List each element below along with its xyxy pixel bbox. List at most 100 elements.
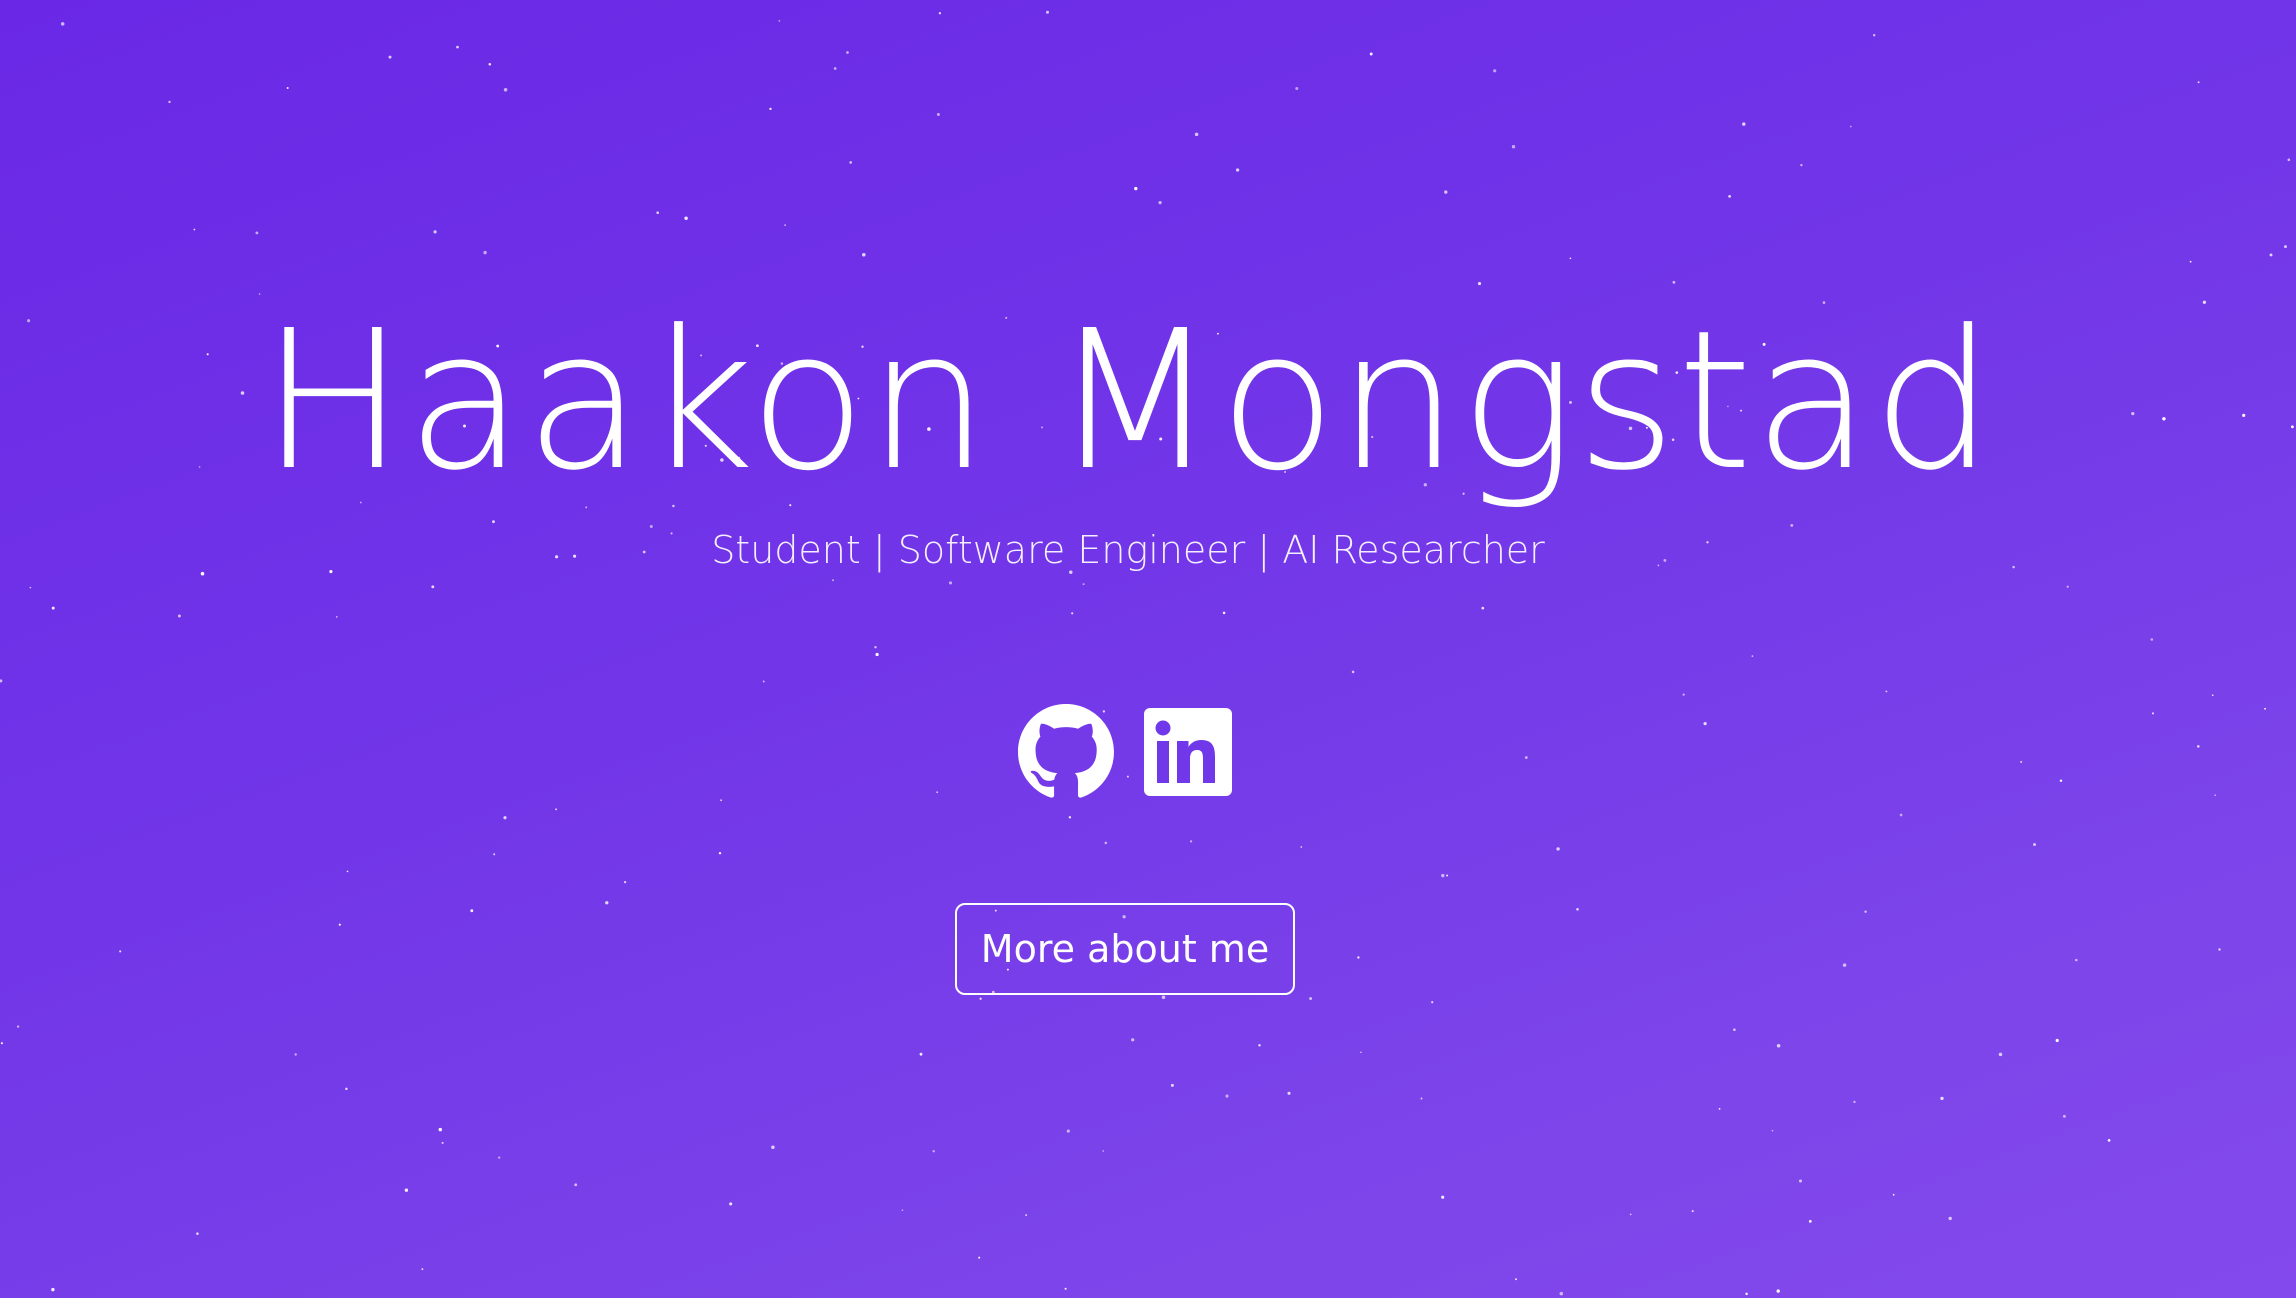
star [1222, 611, 1226, 615]
star [433, 230, 437, 234]
star [294, 1053, 297, 1056]
star [1446, 874, 1449, 877]
star [1718, 1108, 1721, 1110]
star [1477, 282, 1482, 286]
star [833, 67, 837, 70]
star [1189, 840, 1193, 843]
star [346, 870, 349, 873]
star [1235, 168, 1240, 172]
star [979, 997, 982, 1000]
star [1351, 670, 1355, 674]
linkedin-link[interactable] [1144, 708, 1232, 796]
star [2197, 81, 2200, 84]
star [438, 1127, 443, 1132]
star [948, 581, 953, 585]
star [0, 679, 3, 683]
star [778, 20, 781, 22]
star [1742, 122, 1746, 126]
star [255, 231, 259, 235]
star [936, 791, 939, 794]
star [1158, 201, 1162, 205]
star [503, 816, 507, 820]
star [718, 851, 722, 855]
star [846, 51, 849, 54]
star [1569, 257, 1572, 260]
star [1899, 813, 1903, 817]
star [1524, 756, 1528, 759]
star [16, 1025, 20, 1028]
star [1556, 847, 1560, 851]
star [2284, 245, 2287, 249]
star [1948, 1216, 1952, 1221]
star [1441, 1195, 1445, 1199]
star [1064, 1287, 1067, 1290]
star [2020, 760, 2023, 763]
star [470, 909, 474, 913]
star [605, 901, 609, 905]
star [2269, 253, 2273, 257]
star [1300, 846, 1303, 848]
star [177, 614, 181, 618]
star [1771, 1129, 1774, 1132]
star [60, 22, 65, 26]
star [1360, 1051, 1362, 1054]
star [1672, 280, 1676, 284]
star [1493, 69, 1497, 73]
star [771, 1145, 775, 1149]
star [1170, 1083, 1174, 1087]
star [1873, 34, 1876, 37]
star [1369, 52, 1373, 56]
star [1161, 995, 1166, 1000]
star [2264, 707, 2266, 710]
star [1420, 1097, 1423, 1100]
star [2150, 638, 2154, 641]
star [51, 606, 55, 610]
star [2218, 948, 2221, 951]
star [1576, 908, 1579, 911]
linkedin-icon [1144, 708, 1232, 796]
star [335, 616, 338, 618]
star [2287, 158, 2291, 162]
star [193, 228, 196, 231]
star [2075, 958, 2078, 962]
star [1682, 693, 1685, 696]
star [1892, 1193, 1895, 1196]
star [1776, 1289, 1780, 1293]
star-field [0, 10, 2294, 1296]
star [1559, 1291, 1564, 1296]
star [404, 1188, 409, 1192]
star [623, 880, 627, 884]
star [2290, 425, 2294, 429]
star [1287, 1091, 1291, 1095]
star [762, 680, 765, 683]
star [574, 1183, 578, 1187]
more-about-me-button[interactable]: More about me [955, 903, 1295, 995]
star [498, 1156, 501, 1159]
star [2033, 843, 2036, 846]
hero-section: Haakon Mongstad Student | Software Engin… [0, 0, 2296, 1298]
star [919, 1052, 923, 1056]
star [862, 253, 866, 257]
star [1776, 1044, 1781, 1048]
star [1025, 1214, 1028, 1217]
star [1691, 1210, 1694, 1213]
star [431, 585, 435, 589]
star [2062, 1114, 2066, 1118]
star [2211, 694, 2214, 697]
star [1745, 1292, 1748, 1296]
star [1295, 86, 1299, 91]
star [938, 12, 942, 15]
star [1511, 145, 1516, 149]
star [488, 62, 492, 66]
star [875, 652, 879, 657]
star [345, 1087, 348, 1091]
github-link[interactable] [1018, 704, 1114, 800]
star [1444, 190, 1448, 194]
star [656, 211, 659, 214]
star [978, 1256, 981, 1259]
star [441, 1141, 444, 1144]
star [2055, 1038, 2059, 1043]
star [1194, 132, 1199, 137]
star [1102, 1150, 1105, 1152]
github-icon [1018, 704, 1114, 798]
